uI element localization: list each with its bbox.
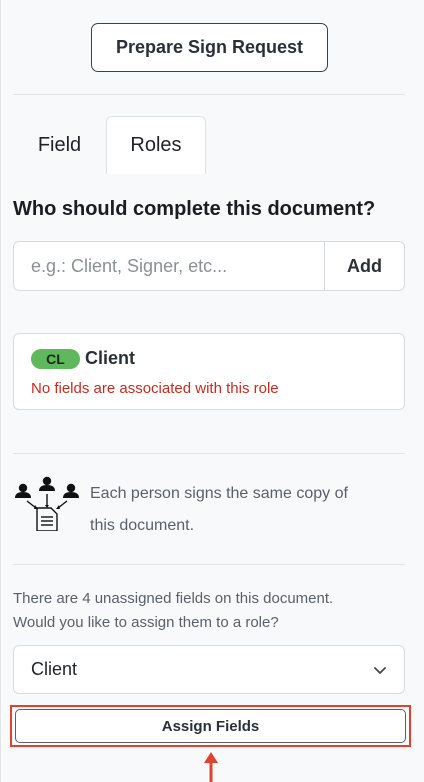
role-card-client[interactable]: CL Client No fields are associated with … xyxy=(13,333,405,410)
role-name-input[interactable] xyxy=(14,242,324,290)
add-role-button[interactable]: Add xyxy=(324,242,404,290)
divider xyxy=(13,564,405,565)
signing-info-line: Each person signs the same copy of xyxy=(90,485,348,502)
prepare-sign-request-button[interactable]: Prepare Sign Request xyxy=(91,23,328,72)
role-select[interactable]: Client xyxy=(13,645,405,694)
tab-roles-label: Roles xyxy=(130,134,182,156)
divider xyxy=(13,453,405,454)
signing-info: Each person signs the same copy of this … xyxy=(13,470,405,550)
role-name: Client xyxy=(85,348,136,368)
unassigned-line: There are 4 unassigned fields on this do… xyxy=(13,590,334,607)
arrow-up-icon xyxy=(204,752,218,782)
chevron-down-icon xyxy=(374,667,386,674)
assign-fields-label: Assign Fields xyxy=(161,717,260,735)
tab-bar: Field Roles xyxy=(13,116,405,174)
role-badge-text: CL xyxy=(46,351,65,367)
role-input-group: Add xyxy=(13,241,405,291)
role-warning: No fields are associated with this role xyxy=(31,380,279,397)
role-badge: CL xyxy=(31,349,80,369)
unassigned-fields-message: There are 4 unassigned fields on this do… xyxy=(13,587,405,635)
prepare-sign-request-label: Prepare Sign Request xyxy=(115,37,304,57)
assign-fields-highlight: Assign Fields xyxy=(10,705,411,747)
role-select-value: Client xyxy=(31,659,78,679)
tab-field[interactable]: Field xyxy=(13,116,106,174)
tab-field-label: Field xyxy=(37,133,82,156)
unassigned-line: Would you like to assign them to a role? xyxy=(13,614,279,631)
tab-roles[interactable]: Roles xyxy=(106,116,206,174)
signing-info-line: this document. xyxy=(90,517,195,534)
assign-fields-button[interactable]: Assign Fields xyxy=(15,709,406,743)
roles-question: Who should complete this document? xyxy=(13,198,376,220)
add-role-label: Add xyxy=(347,255,382,276)
roles-panel: Prepare Sign Request Field Roles Who sho… xyxy=(0,0,424,782)
signing-info-text: Each person signs the same copy of this … xyxy=(90,478,400,542)
people-signing-document-icon xyxy=(15,476,79,531)
divider xyxy=(13,94,405,95)
